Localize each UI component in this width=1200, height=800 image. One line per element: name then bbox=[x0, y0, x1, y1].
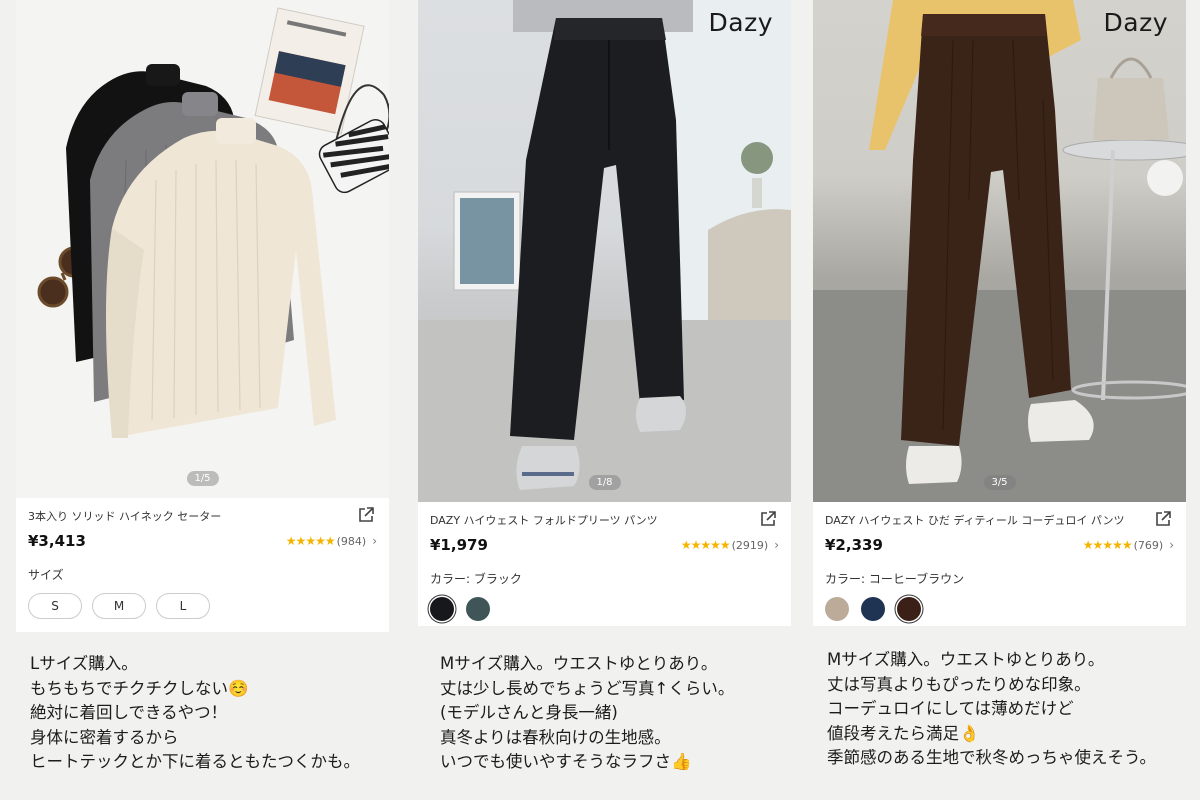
product-image-sweater[interactable]: 1/5 bbox=[16, 0, 389, 498]
black-pants-illustration bbox=[418, 0, 791, 502]
review-line: Lサイズ購入。 bbox=[30, 654, 138, 673]
review-text: Mサイズ購入。ウエストゆとりあり。 丈は少し長めでちょうど写真↑くらい。 (モデルさ… bbox=[440, 652, 734, 775]
rating-count: (2919) bbox=[731, 538, 769, 552]
size-option-m[interactable]: M bbox=[92, 593, 146, 619]
brand-logo: Dazy bbox=[1103, 8, 1168, 37]
image-counter: 3/5 bbox=[983, 475, 1016, 490]
review-line: 値段考えたら満足👌 bbox=[827, 723, 980, 743]
star-rating-icon: ★★★★★ bbox=[680, 538, 731, 552]
color-label: カラー: ブラック bbox=[430, 572, 522, 586]
brown-pants-illustration bbox=[813, 0, 1186, 502]
review-text: Lサイズ購入。もちもちでチクチクしない☺️ 絶対に着回しできるやつ！ 身体に密着する… bbox=[30, 652, 360, 775]
review-line: 丈は少し長めでちょうど写真↑くらい。 bbox=[440, 678, 735, 698]
rating-link[interactable]: ★★★★★ (769) › bbox=[1083, 538, 1174, 552]
review-line: ヒートテックとか下に着るともたつくかも。 bbox=[30, 752, 360, 771]
external-link-icon[interactable] bbox=[759, 510, 777, 528]
product-price: ¥3,413 bbox=[28, 532, 86, 550]
product-title: DAZY ハイウェスト ひだ ディティール コーデュロイ パンツ bbox=[825, 514, 1125, 527]
star-rating-icon: ★★★★★ bbox=[1082, 538, 1133, 552]
review-line: もちもちでチクチクしない☺️ bbox=[30, 678, 249, 698]
rating-count: (984) bbox=[336, 534, 367, 548]
rating-link[interactable]: ★★★★★ (2919) › bbox=[681, 538, 779, 552]
color-swatch-beige[interactable] bbox=[825, 597, 849, 621]
image-counter: 1/5 bbox=[186, 471, 219, 486]
color-swatch-navy[interactable] bbox=[861, 597, 885, 621]
size-option-s[interactable]: S bbox=[28, 593, 82, 619]
product-price: ¥2,339 bbox=[825, 536, 883, 554]
external-link-icon[interactable] bbox=[357, 506, 375, 524]
product-column-2: Dazy 1/8 DAZY ハイウェスト フォルドプリーツ パンツ ¥1,979… bbox=[418, 0, 791, 771]
review-line: コーデュロイにしては薄めだけど bbox=[827, 699, 1074, 718]
review-line: いつでも使いやすそうなラフさ👍 bbox=[440, 752, 692, 771]
product-image-brown-corduroy-pants[interactable]: Dazy 3/5 bbox=[813, 0, 1186, 502]
rating-count: (769) bbox=[1133, 538, 1164, 552]
external-link-icon[interactable] bbox=[1154, 510, 1172, 528]
review-line: 真冬よりは春秋向けの生地感。 bbox=[440, 727, 671, 747]
size-selector: S M L bbox=[28, 593, 377, 619]
review-line: 丈は写真よりもぴったりめな印象。 bbox=[827, 674, 1091, 694]
chevron-right-icon: › bbox=[372, 534, 377, 548]
review-line: (モデルさんと身長一緒) bbox=[440, 703, 618, 722]
size-option-l[interactable]: L bbox=[156, 593, 210, 619]
chevron-right-icon: › bbox=[774, 538, 779, 552]
star-rating-icon: ★★★★★ bbox=[285, 534, 336, 548]
product-column-3: Dazy 3/5 DAZY ハイウェスト ひだ ディティール コーデュロイ パン… bbox=[813, 0, 1186, 767]
color-swatch-black[interactable] bbox=[430, 597, 454, 621]
brand-logo: Dazy bbox=[708, 8, 773, 37]
product-price: ¥1,979 bbox=[430, 536, 488, 554]
product-title: DAZY ハイウェスト フォルドプリーツ パンツ bbox=[430, 514, 658, 527]
color-selector bbox=[825, 597, 1174, 621]
color-label: カラー: コーヒーブラウン bbox=[825, 572, 965, 586]
product-card-black-pants[interactable]: DAZY ハイウェスト フォルドプリーツ パンツ ¥1,979 ★★★★★ (2… bbox=[418, 502, 791, 626]
product-title: 3本入り ソリッド ハイネック セーター bbox=[28, 510, 222, 523]
review-line: 季節感のある生地で秋冬めっちゃ使えそう。 bbox=[827, 748, 1157, 767]
review-line: Mサイズ購入。ウエストゆとりあり。 bbox=[827, 650, 1105, 669]
color-swatch-coffee-brown[interactable] bbox=[897, 597, 921, 621]
product-card-sweater[interactable]: 3本入り ソリッド ハイネック セーター ¥3,413 ★★★★★ (984) … bbox=[16, 498, 389, 632]
color-swatch-teal-grey[interactable] bbox=[466, 597, 490, 621]
review-text: Mサイズ購入。ウエストゆとりあり。 丈は写真よりもぴったりめな印象。 コーデュロイに… bbox=[827, 648, 1156, 771]
rating-link[interactable]: ★★★★★ (984) › bbox=[286, 534, 377, 548]
review-line: 身体に密着するから bbox=[30, 727, 179, 747]
product-column-1: 1/5 3本入り ソリッド ハイネック セーター ¥3,413 ★★★★★ (9… bbox=[16, 0, 389, 771]
size-label: サイズ bbox=[28, 568, 64, 582]
color-selector bbox=[430, 597, 779, 621]
product-image-black-pants[interactable]: Dazy 1/8 bbox=[418, 0, 791, 502]
chevron-right-icon: › bbox=[1169, 538, 1174, 552]
image-counter: 1/8 bbox=[588, 475, 621, 490]
review-line: 絶対に着回しできるやつ！ bbox=[30, 703, 228, 722]
review-line: Mサイズ購入。ウエストゆとりあり。 bbox=[440, 654, 718, 673]
product-card-brown-pants[interactable]: DAZY ハイウェスト ひだ ディティール コーデュロイ パンツ ¥2,339 … bbox=[813, 502, 1186, 626]
sweater-illustration bbox=[37, 7, 389, 439]
